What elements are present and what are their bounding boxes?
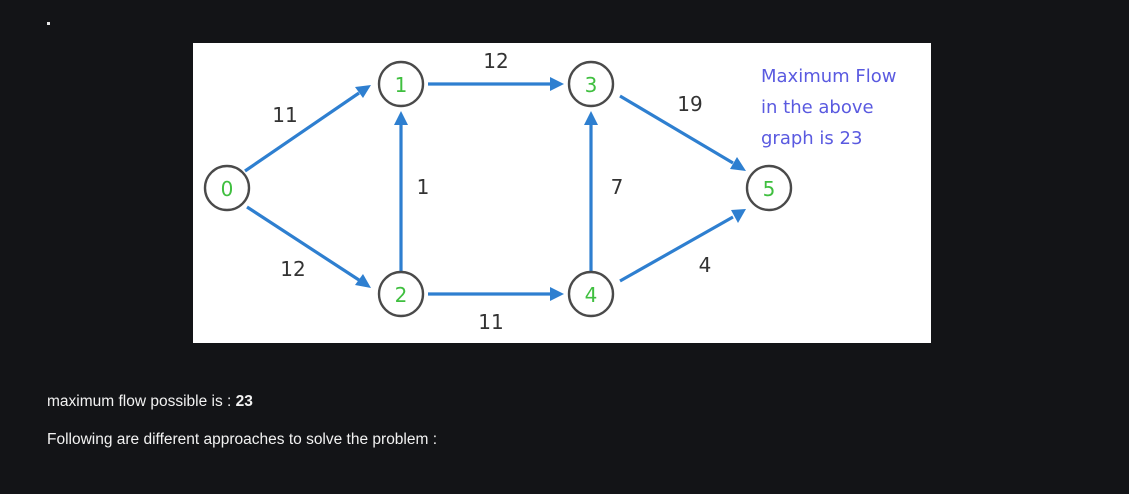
result-text: maximum flow possible is : 23 — [47, 392, 253, 412]
article-page: 11 12 1 12 11 7 19 4 0 1 2 3 4 5 Maximum… — [0, 0, 1129, 494]
arrowhead-icon — [355, 85, 371, 98]
edge-line — [619, 215, 734, 283]
arrowhead-icon — [394, 111, 408, 125]
edge-capacity-label: 7 — [611, 175, 624, 199]
graph-node: 1 — [377, 60, 425, 108]
edge-2-1: 1 — [394, 111, 429, 273]
graph-node: 3 — [567, 60, 615, 108]
node-label: 1 — [395, 73, 408, 97]
result-value: 23 — [235, 393, 253, 410]
graph-node: 2 — [377, 270, 425, 318]
result-label: maximum flow possible is : — [47, 393, 236, 410]
edge-capacity-label: 4 — [699, 253, 712, 277]
arrowhead-icon — [550, 77, 564, 91]
flow-network-figure: 11 12 1 12 11 7 19 4 0 1 2 3 4 5 Maximum… — [193, 43, 931, 343]
edge-line — [244, 91, 360, 173]
arrowhead-icon — [355, 274, 371, 288]
edge-capacity-label: 11 — [272, 103, 297, 127]
node-label: 3 — [585, 73, 598, 97]
edge-0-2: 12 — [246, 205, 371, 288]
edge-4-3: 7 — [584, 111, 623, 273]
edge-capacity-label: 1 — [417, 175, 430, 199]
note-line: graph is 23 — [761, 128, 863, 149]
node-label: 5 — [763, 177, 776, 201]
note-line: Maximum Flow — [761, 66, 897, 87]
graph-node: 0 — [203, 164, 251, 212]
edge-4-5: 4 — [619, 209, 746, 283]
edge-1-3: 12 — [428, 49, 564, 91]
node-label: 2 — [395, 283, 408, 307]
bullet-dot — [47, 22, 50, 25]
note-line: in the above — [761, 97, 874, 118]
graph-node: 5 — [745, 164, 793, 212]
edge-3-5: 19 — [619, 92, 746, 171]
edge-capacity-label: 12 — [280, 257, 305, 281]
edge-capacity-label: 12 — [483, 49, 508, 73]
edge-0-1: 11 — [244, 85, 371, 173]
node-label: 4 — [585, 283, 598, 307]
arrowhead-icon — [550, 287, 564, 301]
edge-capacity-label: 19 — [677, 92, 702, 116]
max-flow-note: Maximum Flow in the above graph is 23 — [761, 61, 929, 154]
graph-node: 4 — [567, 270, 615, 318]
approaches-text: Following are different approaches to so… — [47, 431, 438, 448]
arrowhead-icon — [731, 209, 746, 223]
arrowhead-icon — [584, 111, 598, 125]
edge-2-4: 11 — [428, 287, 564, 334]
edge-capacity-label: 11 — [478, 310, 503, 334]
node-label: 0 — [221, 177, 234, 201]
